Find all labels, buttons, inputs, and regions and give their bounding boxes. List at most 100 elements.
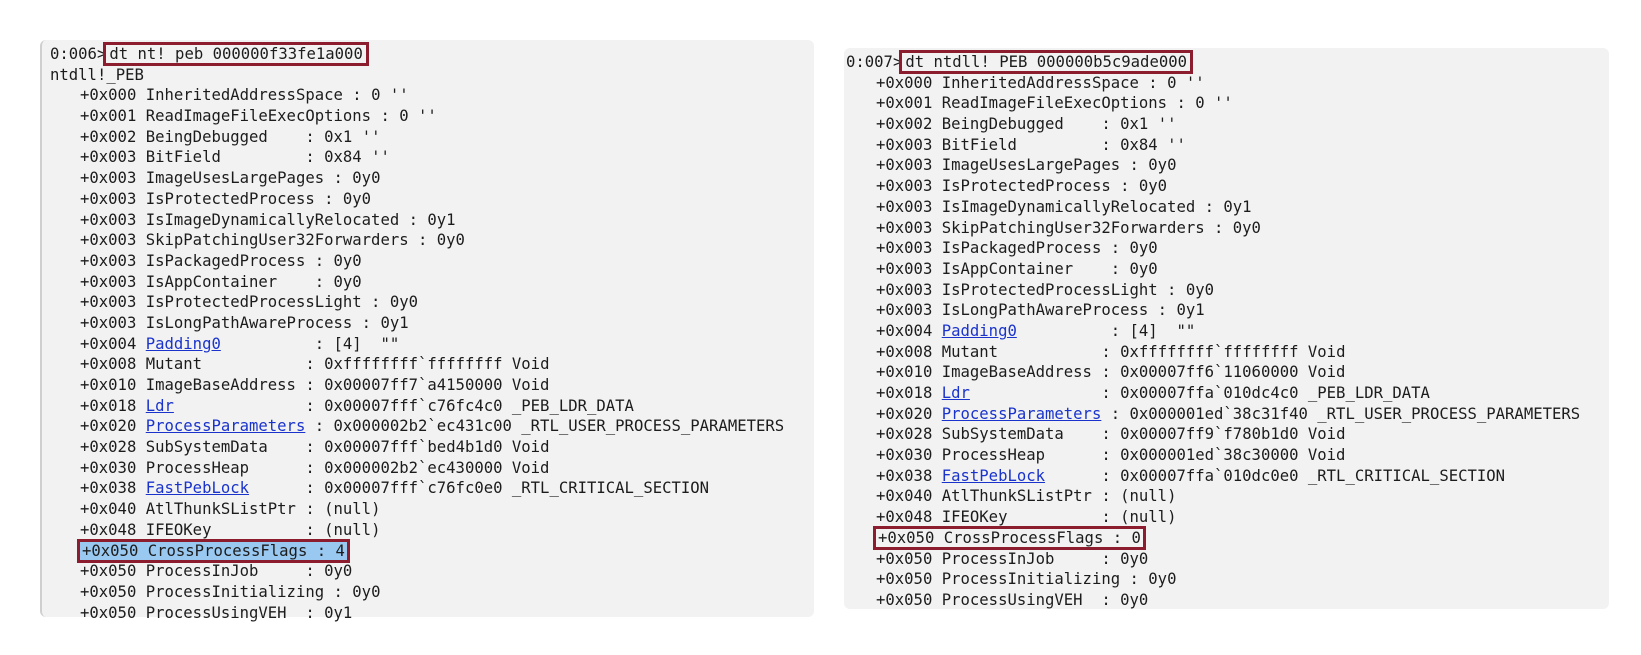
struct-field-row: +0x003 IsProtectedProcessLight : 0y0 <box>846 280 1580 301</box>
field-separator: : <box>1103 528 1132 547</box>
field-separator: : <box>295 376 325 394</box>
field-name: ProcessInitializing <box>145 582 325 601</box>
field-content: +0x038 FastPebLock : 0x00007ffa`010dc0e0… <box>876 467 1505 485</box>
right-command-text[interactable]: dt ntdll! PEB 000000b5c9ade000 <box>899 50 1193 74</box>
struct-field-row: +0x003 IsProtectedProcess : 0y0 <box>50 189 784 210</box>
struct-field-row: +0x010 ImageBaseAddress : 0x00007ff7`a41… <box>50 375 784 396</box>
struct-field-row: +0x050 ProcessInJob : 0y0 <box>50 561 784 582</box>
field-value: 0y1 <box>380 313 409 332</box>
field-content: +0x003 ImageUsesLargePages : 0y0 <box>80 169 380 187</box>
struct-field-row: +0x050 ProcessInJob : 0y0 <box>846 549 1580 570</box>
field-content: +0x000 InheritedAddressSpace : 0 '' <box>80 86 409 104</box>
field-separator: : <box>1063 425 1121 444</box>
field-name-link[interactable]: Ldr <box>942 384 970 402</box>
field-name-link[interactable]: Ldr <box>146 397 174 415</box>
field-separator: : <box>305 251 334 270</box>
field-name-link[interactable]: ProcessParameters <box>146 417 306 435</box>
field-name: ReadImageFileExecOptions <box>941 94 1168 113</box>
struct-field-row: +0x028 SubSystemData : 0x00007fff`bed4b1… <box>50 437 784 458</box>
field-separator: : <box>408 231 437 250</box>
field-value: 0y0 <box>1232 218 1261 237</box>
field-separator: : <box>1082 590 1121 609</box>
left-command-text[interactable]: dt nt! peb 000000f33fe1a000 <box>103 42 369 66</box>
field-value: 0x000002b2`ec430000 Void <box>324 458 550 477</box>
field-content: +0x003 IsImageDynamicallyRelocated : 0y1 <box>80 211 456 229</box>
left-debugger-output-panel: 0:006> dt nt! peb 000000f33fe1a000 ntdll!… <box>40 40 814 622</box>
field-name-link[interactable]: FastPebLock <box>942 467 1045 485</box>
field-separator: : <box>1016 135 1121 154</box>
field-offset: +0x003 <box>80 251 137 270</box>
left-command-line: 0:006> dt nt! peb 000000f33fe1a000 <box>50 42 784 66</box>
field-name: CrossProcessFlags <box>147 541 308 560</box>
field-name-link[interactable]: ProcessParameters <box>942 405 1102 423</box>
field-value: 0y0 <box>389 293 419 312</box>
field-name: IFEOKey <box>941 508 1008 527</box>
field-name: IsProtectedProcess <box>145 189 315 208</box>
field-name-link[interactable]: FastPebLock <box>146 479 249 497</box>
field-offset: +0x003 <box>80 231 137 250</box>
field-separator: : <box>258 562 325 581</box>
field-name: AtlThunkSListPtr <box>145 500 296 519</box>
field-offset: +0x038 <box>80 479 137 498</box>
field-value: 0y1 <box>427 210 456 229</box>
struct-field-row: +0x050 ProcessInitializing : 0y0 <box>846 569 1580 590</box>
field-separator: : <box>286 603 325 622</box>
field-content: +0x050 ProcessUsingVEH : 0y0 <box>876 591 1148 609</box>
field-value: [4] "" <box>1129 321 1196 340</box>
field-value: 0y0 <box>333 251 362 270</box>
field-offset: +0x003 <box>80 189 137 208</box>
field-separator: : <box>314 189 343 208</box>
field-separator: : <box>249 479 325 498</box>
field-offset: +0x050 <box>80 562 137 581</box>
field-name-link[interactable]: Padding0 <box>146 335 221 353</box>
field-offset: +0x002 <box>876 115 933 134</box>
field-value: 0x00007ff6`11060000 Void <box>1120 363 1346 382</box>
struct-field-row: +0x040 AtlThunkSListPtr : (null) <box>846 486 1580 507</box>
struct-field-row: +0x048 IFEOKey : (null) <box>846 507 1580 528</box>
field-offset: +0x028 <box>80 438 137 457</box>
field-name: BeingDebugged <box>145 127 268 146</box>
field-name: IsAppContainer <box>941 259 1074 278</box>
field-content: +0x003 IsProtectedProcess : 0y0 <box>80 190 371 208</box>
field-separator: : <box>1073 259 1130 278</box>
field-separator: : <box>1120 570 1149 589</box>
field-value: 0x00007ff7`a4150000 Void <box>324 376 550 394</box>
field-offset: +0x003 <box>876 218 933 237</box>
struct-field-row: +0x003 IsProtectedProcessLight : 0y0 <box>50 292 784 313</box>
field-offset: +0x020 <box>876 404 933 423</box>
field-offset: +0x003 <box>80 148 137 167</box>
field-name-link[interactable]: Padding0 <box>942 322 1017 340</box>
struct-field-row: +0x003 IsImageDynamicallyRelocated : 0y1 <box>846 197 1580 218</box>
struct-field-row: +0x003 IsProtectedProcess : 0y0 <box>846 176 1580 197</box>
field-separator: : <box>1204 218 1233 237</box>
field-content: +0x010 ImageBaseAddress : 0x00007ff6`110… <box>876 363 1345 381</box>
field-value: 0x84 '' <box>1120 135 1186 154</box>
field-value: (null) <box>324 520 381 539</box>
field-value: 0x84 '' <box>324 148 390 167</box>
field-name: IsPackagedProcess <box>145 251 306 270</box>
field-name: IFEOKey <box>145 520 212 539</box>
struct-field-row: +0x001 ReadImageFileExecOptions : 0 '' <box>846 93 1580 114</box>
field-content: +0x003 IsPackagedProcess : 0y0 <box>876 239 1158 257</box>
field-offset: +0x004 <box>876 321 933 340</box>
field-offset: +0x050 <box>80 582 137 601</box>
field-value: 0 <box>1131 528 1141 547</box>
field-name: ImageBaseAddress <box>145 376 296 394</box>
field-value: 0x1 '' <box>324 127 381 146</box>
struct-field-row: +0x030 ProcessHeap : 0x000001ed`38c30000… <box>846 445 1580 466</box>
field-value: 0y0 <box>1129 259 1158 278</box>
field-separator: : <box>1148 301 1177 320</box>
field-offset: +0x003 <box>80 313 137 332</box>
field-content: +0x003 IsPackagedProcess : 0y0 <box>80 252 362 270</box>
field-value: 0xffffffff`ffffffff Void <box>324 355 550 374</box>
field-separator: : <box>1101 239 1130 258</box>
field-value: 0x00007ffa`010dc4c0 _PEB_LDR_DATA <box>1120 384 1430 402</box>
field-offset: +0x003 <box>80 272 137 291</box>
field-separator: : <box>1138 73 1168 92</box>
field-content: +0x040 AtlThunkSListPtr : (null) <box>80 500 380 518</box>
field-separator: : <box>371 107 400 126</box>
field-name: ProcessInJob <box>941 549 1055 568</box>
struct-field-row: +0x003 ImageUsesLargePages : 0y0 <box>50 168 784 189</box>
field-name: Mutant <box>941 342 999 361</box>
struct-field-row: +0x003 SkipPatchingUser32Forwarders : 0y… <box>50 230 784 251</box>
